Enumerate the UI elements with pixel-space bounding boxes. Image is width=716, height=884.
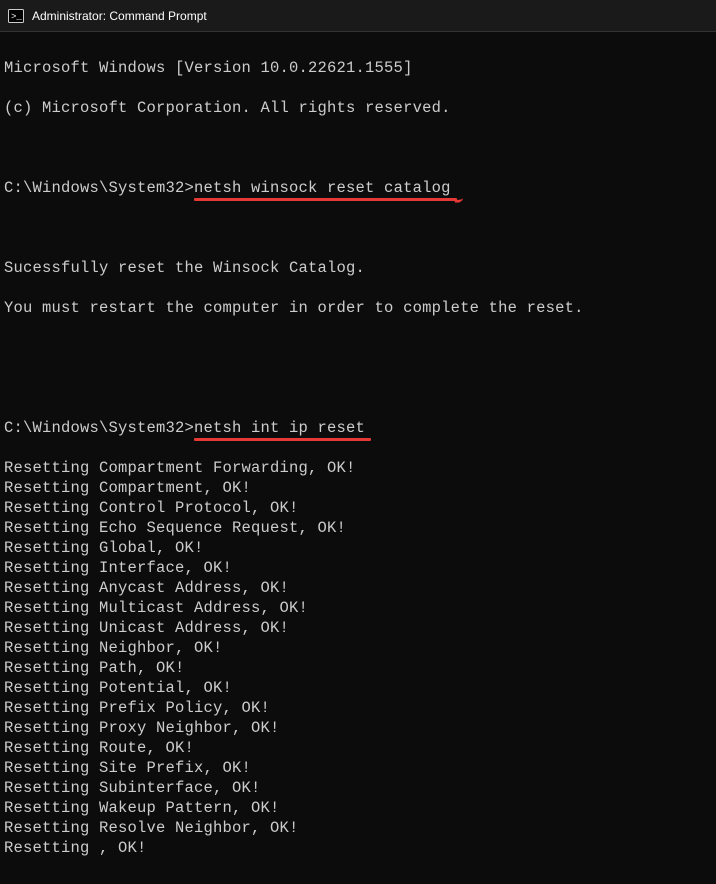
output-line: (c) Microsoft Corporation. All rights re…	[4, 98, 712, 118]
prompt-text: C:\Windows\System32>	[4, 178, 194, 198]
output-line: Resetting Prefix Policy, OK!	[4, 698, 712, 718]
output-line: Resetting Site Prefix, OK!	[4, 758, 712, 778]
reset-output-block: Resetting Compartment Forwarding, OK!Res…	[4, 458, 712, 858]
output-line: Resetting Wakeup Pattern, OK!	[4, 798, 712, 818]
output-line: Resetting Echo Sequence Request, OK!	[4, 518, 712, 538]
blank-line	[4, 338, 712, 358]
terminal-output[interactable]: Microsoft Windows [Version 10.0.22621.15…	[0, 32, 716, 884]
output-line: Resetting Route, OK!	[4, 738, 712, 758]
svg-text:>_: >_	[11, 12, 22, 22]
annotation-underline	[194, 198, 457, 201]
output-line: You must restart the computer in order t…	[4, 298, 712, 318]
output-line: Resetting , OK!	[4, 838, 712, 858]
blank-line	[4, 378, 712, 398]
output-line: Resetting Unicast Address, OK!	[4, 618, 712, 638]
blank-line	[4, 218, 712, 238]
blank-line	[4, 138, 712, 158]
output-line: Resetting Interface, OK!	[4, 558, 712, 578]
annotation-underline	[194, 438, 371, 441]
window-titlebar[interactable]: >_ Administrator: Command Prompt	[0, 0, 716, 32]
prompt-line: C:\Windows\System32>netsh int ip reset	[4, 418, 712, 438]
output-line: Resetting Neighbor, OK!	[4, 638, 712, 658]
output-line: Resetting Subinterface, OK!	[4, 778, 712, 798]
output-line: Resetting Compartment, OK!	[4, 478, 712, 498]
command-1: netsh winsock reset catalog	[194, 178, 451, 198]
command-2: netsh int ip reset	[194, 418, 365, 438]
output-line: Resetting Multicast Address, OK!	[4, 598, 712, 618]
prompt-text: C:\Windows\System32>	[4, 418, 194, 438]
output-line: Sucessfully reset the Winsock Catalog.	[4, 258, 712, 278]
output-line: Resetting Resolve Neighbor, OK!	[4, 818, 712, 838]
output-line: Resetting Anycast Address, OK!	[4, 578, 712, 598]
output-line: Microsoft Windows [Version 10.0.22621.15…	[4, 58, 712, 78]
window-title: Administrator: Command Prompt	[32, 9, 207, 23]
cmd-icon: >_	[8, 8, 24, 24]
output-line: Resetting Path, OK!	[4, 658, 712, 678]
output-line: Resetting Control Protocol, OK!	[4, 498, 712, 518]
prompt-line: C:\Windows\System32>netsh winsock reset …	[4, 178, 712, 198]
output-line: Resetting Proxy Neighbor, OK!	[4, 718, 712, 738]
output-line: Resetting Global, OK!	[4, 538, 712, 558]
output-line: Resetting Potential, OK!	[4, 678, 712, 698]
output-line: Resetting Compartment Forwarding, OK!	[4, 458, 712, 478]
